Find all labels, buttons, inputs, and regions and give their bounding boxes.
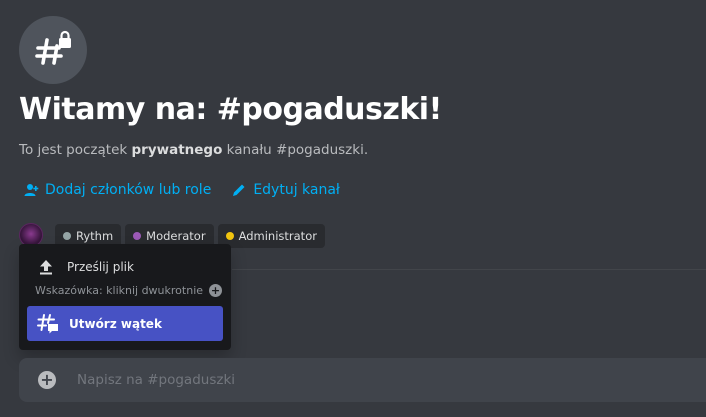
pencil-icon — [233, 183, 246, 196]
create-thread-label: Utwórz wątek — [69, 316, 162, 331]
upload-file-label: Prześlij plik — [67, 260, 134, 274]
create-thread-button[interactable]: Utwórz wątek — [27, 306, 223, 341]
plus-circle-icon: + — [209, 284, 223, 297]
upload-file-button[interactable]: Prześlij plik — [37, 258, 134, 276]
attach-plus-button[interactable]: + — [38, 371, 56, 389]
page-title: Witamy na: #pogaduszki! — [19, 92, 442, 127]
channel-welcome-view: Witamy na: #pogaduszki! To jest początek… — [0, 0, 706, 417]
hint-text: Wskazówka: kliknij dwukrotnie — [35, 284, 204, 297]
message-input[interactable] — [75, 357, 706, 403]
plus-icon: + — [40, 370, 54, 389]
add-members-button[interactable]: Dodaj członków lub role — [23, 182, 211, 198]
edit-channel-label: Edytuj kanał — [253, 182, 340, 198]
message-composer: + — [19, 357, 706, 403]
private-channel-icon — [19, 16, 87, 84]
double-click-hint: Wskazówka: kliknij dwukrotnie + — [35, 284, 223, 297]
role-name: Moderator — [146, 229, 206, 243]
hash-lock-icon — [35, 30, 71, 65]
person-add-icon — [24, 184, 39, 196]
add-members-label: Dodaj członków lub role — [45, 182, 212, 198]
upload-icon — [40, 260, 52, 275]
role-name: Administrator — [238, 229, 317, 243]
edit-channel-button[interactable]: Edytuj kanał — [231, 182, 340, 198]
divider — [232, 269, 706, 270]
role-name: Rythm — [76, 229, 114, 243]
role-color-dot — [133, 232, 142, 240]
role-color-dot — [225, 232, 234, 240]
channel-description: To jest początek prywatnego kanału #poga… — [19, 142, 368, 158]
thread-icon — [37, 313, 58, 333]
channel-actions: Dodaj członków lub role Edytuj kanał — [23, 182, 340, 198]
description-text-end: kanału #pogaduszki. — [222, 142, 369, 158]
description-text: To jest początek — [19, 142, 132, 158]
role-pill-administrator[interactable]: Administrator — [217, 224, 325, 248]
upload-popup-menu: Prześlij plik Wskazówka: kliknij dwukrot… — [19, 244, 231, 350]
role-color-dot — [63, 232, 71, 240]
description-bold-text: prywatnego — [131, 142, 223, 158]
